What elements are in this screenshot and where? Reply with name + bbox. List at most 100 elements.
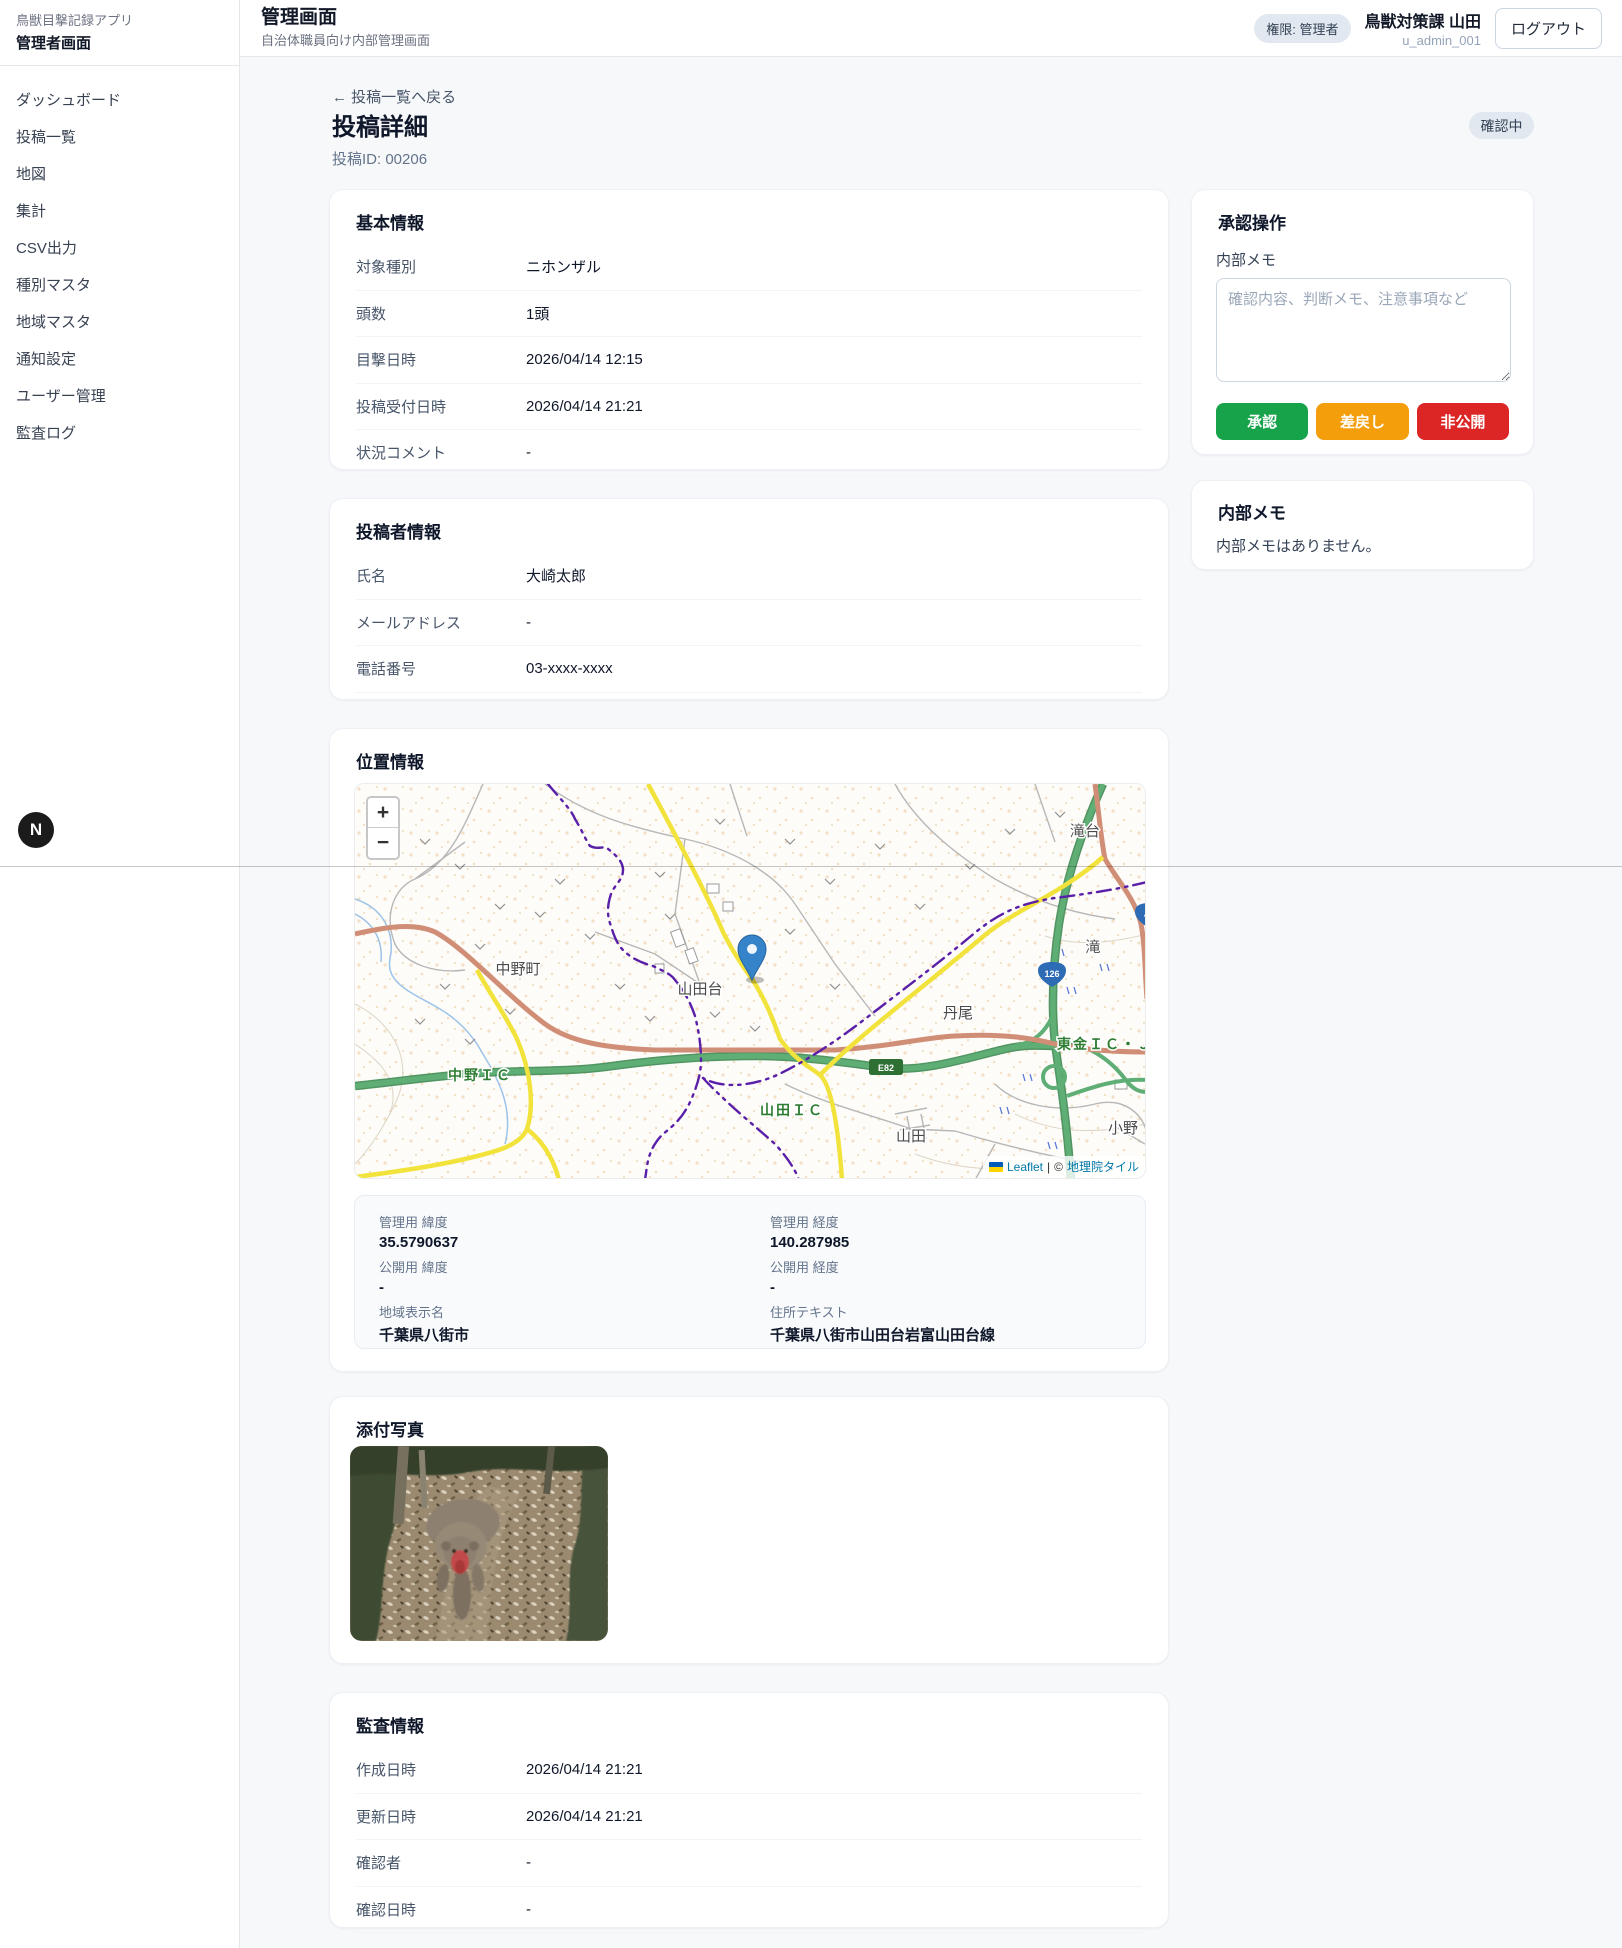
sidebar-item-csv-export[interactable]: CSV出力 xyxy=(0,230,239,267)
map-label-yamada: 山田 xyxy=(896,1128,926,1145)
field-admin-lng: 管理用 経度 140.287985 xyxy=(770,1212,1121,1252)
svg-text:40: 40 xyxy=(1144,910,1146,920)
row-label: 目撃日時 xyxy=(356,352,417,369)
role-badge: 権限: 管理者 xyxy=(1254,13,1351,43)
user-name: 鳥獣対策課 山田 xyxy=(1364,14,1481,31)
internal-memo-empty-text: 内部メモはありません。 xyxy=(1216,538,1381,555)
row-label: 電話番号 xyxy=(356,661,417,678)
row-label: 作成日時 xyxy=(356,1762,417,1779)
row-label: 投稿受付日時 xyxy=(356,398,447,416)
sidebar-item-aggregate[interactable]: 集計 xyxy=(0,193,239,230)
sidebar-item-region-master[interactable]: 地域マスタ xyxy=(0,304,239,341)
app-name: 鳥獣目撃記録アプリ xyxy=(16,13,134,28)
row-value: 2026/04/14 21:21 xyxy=(526,1761,643,1778)
copyright-symbol: © xyxy=(1054,1159,1063,1174)
row-value: 2026/04/14 21:21 xyxy=(526,397,643,415)
sidebar-item-user-management[interactable]: ユーザー管理 xyxy=(0,378,239,415)
row-label: 対象種別 xyxy=(356,259,417,276)
sidebar-item-dashboard[interactable]: ダッシュボード xyxy=(0,82,239,119)
field-public-lat: 公開用 緯度 - xyxy=(379,1257,730,1297)
internal-memo-card: 内部メモ 内部メモはありません。 xyxy=(1191,480,1534,570)
field-public-lng: 公開用 経度 - xyxy=(770,1257,1121,1297)
row-label: メールアドレス xyxy=(356,614,462,632)
sidebar-item-audit-log[interactable]: 監査ログ xyxy=(0,415,239,452)
field-label: 公開用 経度 xyxy=(770,1260,839,1275)
map-label-togane-ic: 東金ＩＣ・ＪＣ xyxy=(1057,1036,1146,1052)
table-row: 確認者 - xyxy=(356,1840,1142,1887)
map-label-taki: 滝 xyxy=(1085,939,1100,956)
approve-button[interactable]: 承認 xyxy=(1216,403,1309,440)
audit-info-card: 監査情報 作成日時 2026/04/14 21:21 更新日時 2026/04/14… xyxy=(329,1692,1169,1933)
map-tiles: E82 126 40 中野町 山田台 丹尾 滝台 滝 山田 小野 中野ＩＣ xyxy=(355,784,1146,1178)
app-subtitle: 管理者画面 xyxy=(16,34,92,52)
zoom-in-button[interactable]: + xyxy=(368,798,398,828)
page-title: 投稿詳細 xyxy=(332,114,428,141)
table-row: 確認日時 - xyxy=(356,1887,1142,1933)
reporter-info-heading: 投稿者情報 xyxy=(356,523,441,542)
row-value: 2026/04/14 21:21 xyxy=(526,1807,643,1825)
sidebar-item-species-master[interactable]: 種別マスタ xyxy=(0,267,239,304)
map-label-yamadadai: 山田台 xyxy=(677,981,722,998)
row-value: 03-xxxx-xxxx xyxy=(526,660,613,677)
photos-card: 添付写真 xyxy=(329,1396,1169,1664)
top-header: 管理画面 自治体職員向け内部管理画面 権限: 管理者 鳥獣対策課 山田 u_ad… xyxy=(240,0,1622,57)
private-button[interactable]: 非公開 xyxy=(1416,403,1509,440)
gsi-tiles-link[interactable]: 地理院タイル xyxy=(1067,1158,1139,1175)
reporter-info-card: 投稿者情報 氏名 大崎太郎 メールアドレス - 電話番号 03-xxxx-xxxx xyxy=(329,498,1169,700)
field-admin-lat: 管理用 緯度 35.5790637 xyxy=(379,1212,730,1252)
row-value: 1頭 xyxy=(526,305,550,323)
leaflet-map[interactable]: E82 126 40 中野町 山田台 丹尾 滝台 滝 山田 小野 中野ＩＣ xyxy=(354,783,1146,1179)
field-address-text: 住所テキスト 千葉県八街市山田台岩富山田台線 xyxy=(770,1302,1121,1344)
location-heading: 位置情報 xyxy=(356,753,424,772)
table-row: 更新日時 2026/04/14 21:21 xyxy=(356,1794,1142,1840)
sidebar-item-notification-settings[interactable]: 通知設定 xyxy=(0,341,239,378)
row-value: 2026/04/14 12:15 xyxy=(526,351,643,368)
field-label: 管理用 経度 xyxy=(770,1215,839,1230)
internal-memo-input[interactable] xyxy=(1216,278,1511,382)
sidebar: 鳥獣目撃記録アプリ 管理者画面 ダッシュボード 投稿一覧 地図 集計 CSV出力… xyxy=(0,0,240,1948)
map-label-yamada-ic: 山田ＩＣ xyxy=(760,1102,824,1118)
svg-text:126: 126 xyxy=(1044,969,1059,979)
user-id: u_admin_001 xyxy=(1402,33,1481,48)
internal-memo-heading: 内部メモ xyxy=(1218,504,1286,523)
field-label: 住所テキスト xyxy=(770,1305,848,1320)
logout-button[interactable]: ログアウト xyxy=(1494,7,1602,49)
sidebar-header: 鳥獣目撃記録アプリ 管理者画面 xyxy=(0,0,239,66)
monkey-photo-image xyxy=(350,1446,608,1641)
sidebar-item-posts[interactable]: 投稿一覧 xyxy=(0,119,239,156)
attached-photo[interactable] xyxy=(350,1446,608,1641)
sidebar-nav: ダッシュボード 投稿一覧 地図 集計 CSV出力 種別マスタ 地域マスタ 通知設… xyxy=(0,82,239,452)
map-label-ono: 小野 xyxy=(1108,1120,1138,1137)
field-value: - xyxy=(770,1279,775,1296)
row-label: 更新日時 xyxy=(356,1808,417,1826)
leaflet-link[interactable]: Leaflet xyxy=(1007,1160,1043,1174)
field-value: 35.5790637 xyxy=(379,1234,459,1251)
zoom-out-button[interactable]: − xyxy=(368,828,398,858)
basic-info-heading: 基本情報 xyxy=(356,214,424,233)
approval-buttons: 承認 差戻し 非公開 xyxy=(1216,403,1509,440)
map-label-nakano-ic: 中野ＩＣ xyxy=(448,1067,512,1083)
table-row: 対象種別 ニホンザル xyxy=(356,244,1142,291)
row-value: - xyxy=(526,1854,531,1871)
field-label: 管理用 緯度 xyxy=(379,1215,448,1230)
field-value: - xyxy=(379,1279,384,1296)
row-value: - xyxy=(526,444,531,461)
row-label: 状況コメント xyxy=(356,445,447,462)
row-value: ニホンザル xyxy=(526,259,602,276)
field-value: 千葉県八街市 xyxy=(379,1327,470,1344)
back-to-list-link[interactable]: ← 投稿一覧へ戻る xyxy=(332,86,456,107)
map-label-nakanomachi: 中野町 xyxy=(495,961,540,978)
header-title: 管理画面 xyxy=(261,6,338,28)
table-row: 目撃日時 2026/04/14 12:15 xyxy=(356,337,1142,384)
field-label: 公開用 緯度 xyxy=(379,1260,448,1275)
row-label: 確認者 xyxy=(356,1855,402,1872)
table-row: 電話番号 03-xxxx-xxxx xyxy=(356,646,1142,693)
header-subtitle: 自治体職員向け内部管理画面 xyxy=(261,33,431,49)
table-row: メールアドレス - xyxy=(356,600,1142,646)
map-label-takidai: 滝台 xyxy=(1070,823,1100,840)
location-card: 位置情報 E82 126 中野町 山田台 丹尾 滝台 滝 山田 小野 中野ＩＣ … xyxy=(329,728,1169,1372)
nextjs-dev-badge[interactable]: N xyxy=(18,812,54,848)
return-button[interactable]: 差戻し xyxy=(1316,403,1409,440)
audit-heading: 監査情報 xyxy=(356,1717,424,1736)
sidebar-item-map[interactable]: 地図 xyxy=(0,156,239,193)
